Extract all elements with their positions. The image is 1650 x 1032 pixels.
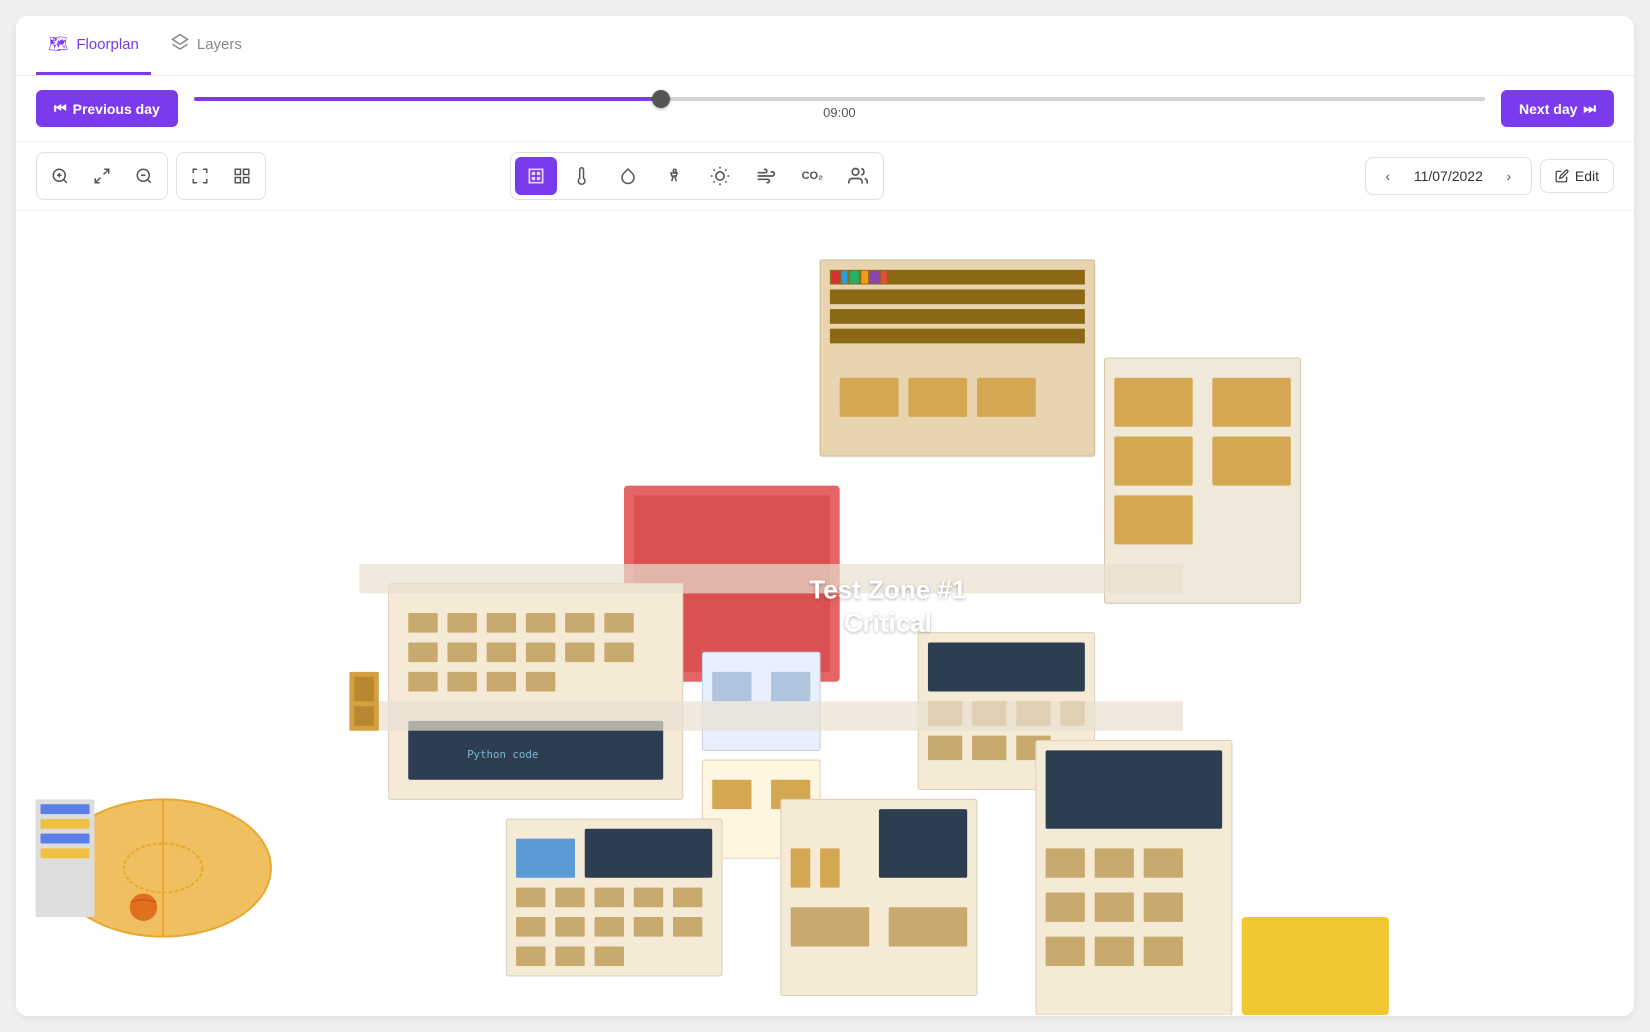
sensor-airflow-button[interactable] bbox=[745, 157, 787, 195]
timeline-slider-container: 09:00 bbox=[194, 97, 1485, 120]
sensor-people-button[interactable] bbox=[837, 157, 879, 195]
sensor-floorplan-button[interactable] bbox=[515, 157, 557, 195]
sensor-co2-button[interactable]: CO₂ bbox=[791, 157, 833, 195]
sensor-motion-button[interactable] bbox=[653, 157, 695, 195]
date-label: 11/07/2022 bbox=[1406, 168, 1491, 184]
next-day-button[interactable]: Next day ⏭ bbox=[1501, 90, 1614, 127]
tab-layers-label: Layers bbox=[197, 36, 242, 53]
svg-text:Python code: Python code bbox=[467, 748, 538, 761]
next-day-label: Next day bbox=[1519, 101, 1577, 117]
date-next-button[interactable]: › bbox=[1495, 162, 1523, 190]
zoom-in-button[interactable] bbox=[41, 157, 79, 195]
zoom-fit-button[interactable] bbox=[83, 157, 121, 195]
next-day-icon: ⏭ bbox=[1583, 100, 1596, 117]
edit-label: Edit bbox=[1575, 168, 1599, 184]
timeline-time: 09:00 bbox=[823, 105, 856, 120]
building-svg: Python code bbox=[16, 211, 1634, 1015]
timeline-slider[interactable] bbox=[194, 97, 1485, 101]
sensor-controls: CO₂ bbox=[510, 152, 884, 200]
sensor-light-button[interactable] bbox=[699, 157, 741, 195]
sensor-temp-button[interactable] bbox=[561, 157, 603, 195]
timeline-bar: ⏮ Previous day 09:00 Next day ⏭ bbox=[16, 76, 1634, 142]
edit-button[interactable]: Edit bbox=[1540, 159, 1614, 193]
zoom-controls bbox=[36, 152, 168, 200]
layers-tab-icon bbox=[171, 33, 189, 56]
tab-bar: 🗺 Floorplan Layers bbox=[16, 16, 1634, 76]
toolbar: CO₂ ‹ 11/07/2022 › bbox=[16, 142, 1634, 211]
app-container: 🗺 Floorplan Layers ⏮ Previous day bbox=[0, 0, 1650, 1032]
prev-day-label: Previous day bbox=[73, 101, 160, 117]
main-card: 🗺 Floorplan Layers ⏮ Previous day bbox=[16, 16, 1634, 1016]
grid-button[interactable] bbox=[223, 157, 261, 195]
floorplan-canvas[interactable]: Python code bbox=[16, 211, 1634, 1016]
prev-day-icon: ⏮ bbox=[54, 100, 67, 117]
floorplan-tab-icon: 🗺 bbox=[48, 34, 68, 54]
prev-day-button[interactable]: ⏮ Previous day bbox=[36, 90, 178, 127]
view-controls bbox=[176, 152, 266, 200]
zoom-out-button[interactable] bbox=[125, 157, 163, 195]
date-navigation: ‹ 11/07/2022 › bbox=[1365, 157, 1532, 195]
tab-floorplan[interactable]: 🗺 Floorplan bbox=[36, 16, 151, 75]
sensor-humidity-button[interactable] bbox=[607, 157, 649, 195]
fullscreen-button[interactable] bbox=[181, 157, 219, 195]
edit-icon bbox=[1555, 169, 1569, 183]
date-prev-button[interactable]: ‹ bbox=[1374, 162, 1402, 190]
tab-floorplan-label: Floorplan bbox=[76, 36, 139, 53]
tab-layers[interactable]: Layers bbox=[159, 16, 254, 75]
co2-label-btn: CO₂ bbox=[802, 170, 823, 182]
